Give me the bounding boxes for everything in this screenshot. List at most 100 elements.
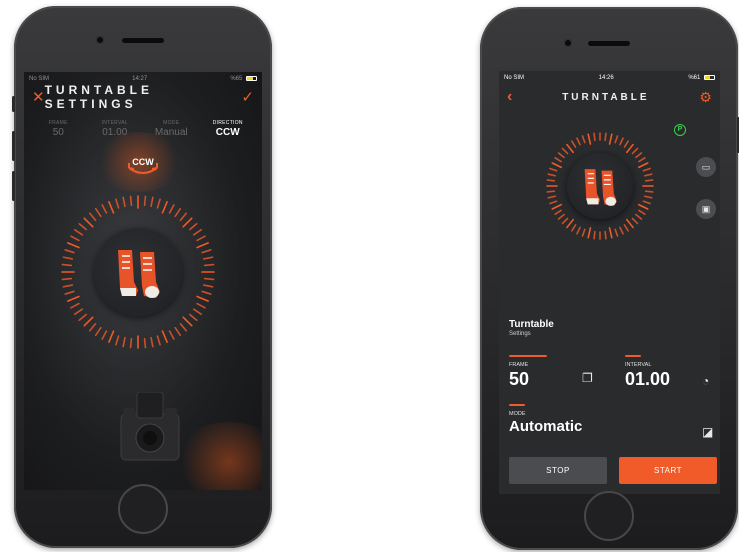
volume-up-key (12, 131, 15, 161)
dial-tick (626, 143, 634, 154)
camera-icon (120, 392, 180, 461)
dial-tick (94, 208, 102, 218)
dial-tick (101, 204, 108, 214)
interval-accent-bar (625, 355, 641, 357)
turntable-dial[interactable] (545, 131, 655, 241)
dial-tick (549, 167, 558, 172)
dial-tick (168, 330, 175, 340)
dial-tick (614, 135, 619, 144)
dial-tick (179, 322, 188, 332)
dial-tick (78, 313, 88, 322)
settings-header: ✕ TURNTABLE SETTINGS ✓ (24, 83, 262, 111)
dial-tick (83, 217, 94, 228)
dial-tick (638, 209, 646, 215)
dial-tick (546, 179, 556, 182)
dial-tick (637, 203, 649, 210)
dial-tick (150, 336, 154, 348)
dial-tick (62, 284, 74, 288)
param-value: 50 (52, 127, 64, 138)
param-tab-frame[interactable]: FRAME 50 (30, 120, 87, 138)
back-chevron-icon[interactable]: ‹ (507, 88, 512, 106)
dial-tick (196, 302, 206, 309)
dial-tick (66, 295, 80, 302)
dial-tick (174, 326, 182, 336)
dial-tick (74, 228, 84, 236)
frame-label: FRAME (509, 362, 529, 368)
param-tab-direction[interactable]: DIRECTION CCW (200, 120, 257, 138)
dial-tick (547, 195, 556, 199)
frame-value: 50 (509, 369, 530, 389)
turntable-header: ‹ TURNTABLE ⚙ (499, 85, 720, 109)
clock: 14:26 (598, 75, 614, 81)
start-button[interactable]: START (619, 457, 717, 484)
earpiece (122, 38, 164, 43)
dial-tick (182, 316, 193, 327)
dial-tick (561, 217, 569, 225)
dial-tick (576, 137, 581, 146)
dial-tick (192, 228, 202, 236)
dial-tick (551, 203, 563, 210)
status-bar: No SIM 14:26 %61 (499, 71, 720, 85)
phone-mockup-main: No SIM 14:26 %61 ‹ TURNTABLE ⚙ P ▭ ▣ Tur… (480, 7, 739, 550)
dial-tick (188, 313, 198, 322)
interval-setting[interactable]: INTERVAL 01.00 (625, 355, 670, 390)
dial-tick (156, 335, 161, 346)
dial-tick (101, 330, 108, 340)
dial-tick (192, 308, 202, 316)
dial-tick (188, 222, 198, 231)
dial-tick (576, 226, 581, 235)
turntable-plate (94, 228, 182, 316)
dial-tick (168, 204, 175, 214)
dial-tick (66, 242, 80, 249)
dial-tick (61, 277, 73, 281)
sneakers-image (584, 169, 617, 206)
mode-accent-bar (509, 404, 525, 406)
dial-tick (614, 228, 619, 237)
dial-tick (61, 263, 73, 267)
dial-tick (557, 213, 565, 220)
dial-tick (644, 173, 653, 177)
dial-tick (587, 133, 592, 145)
dial-tick (70, 302, 80, 309)
dial-tick (581, 135, 586, 144)
dial-tick (62, 256, 74, 260)
turntable-dial[interactable] (58, 192, 218, 352)
dial-tick (143, 195, 147, 207)
close-icon[interactable]: ✕ (32, 90, 45, 105)
section-subtitle: Settings (509, 331, 531, 337)
home-button (584, 491, 634, 541)
page-title: TURNTABLE (562, 91, 650, 103)
dial-tick (70, 235, 80, 242)
dial-tick (161, 200, 168, 214)
save-button[interactable]: ▣ (696, 199, 716, 219)
dial-tick (203, 277, 215, 281)
mode-setting[interactable]: MODE Automatic (509, 404, 582, 435)
confirm-check-icon[interactable]: ✓ (241, 90, 254, 105)
dial-tick (201, 290, 212, 295)
battery-icon (246, 75, 257, 81)
dial-tick (203, 263, 215, 267)
gear-icon[interactable]: ⚙ (699, 89, 712, 106)
stop-button[interactable]: STOP (509, 457, 607, 484)
dial-tick (83, 316, 94, 327)
dial-tick (642, 200, 651, 205)
mode-value: Automatic (509, 418, 583, 435)
mode-label: MODE (509, 411, 526, 417)
dial-tick (202, 284, 214, 288)
dial-tick (196, 295, 210, 302)
folder-button[interactable]: ▭ (696, 157, 716, 177)
interval-value: 01.00 (625, 369, 671, 389)
param-label: DIRECTION (212, 120, 243, 126)
param-value: CCW (215, 127, 240, 138)
direction-toggle[interactable]: CCW (123, 151, 163, 177)
dial-tick (635, 152, 643, 159)
dial-tick (581, 228, 586, 237)
dial-tick (608, 227, 613, 239)
front-camera (564, 39, 572, 47)
dial-tick (604, 230, 607, 240)
dial-tick (88, 212, 97, 222)
dial-tick (566, 143, 574, 154)
frame-setting[interactable]: FRAME 50 (509, 355, 547, 390)
dial-tick (587, 227, 592, 239)
param-label: FRAME (48, 120, 68, 126)
